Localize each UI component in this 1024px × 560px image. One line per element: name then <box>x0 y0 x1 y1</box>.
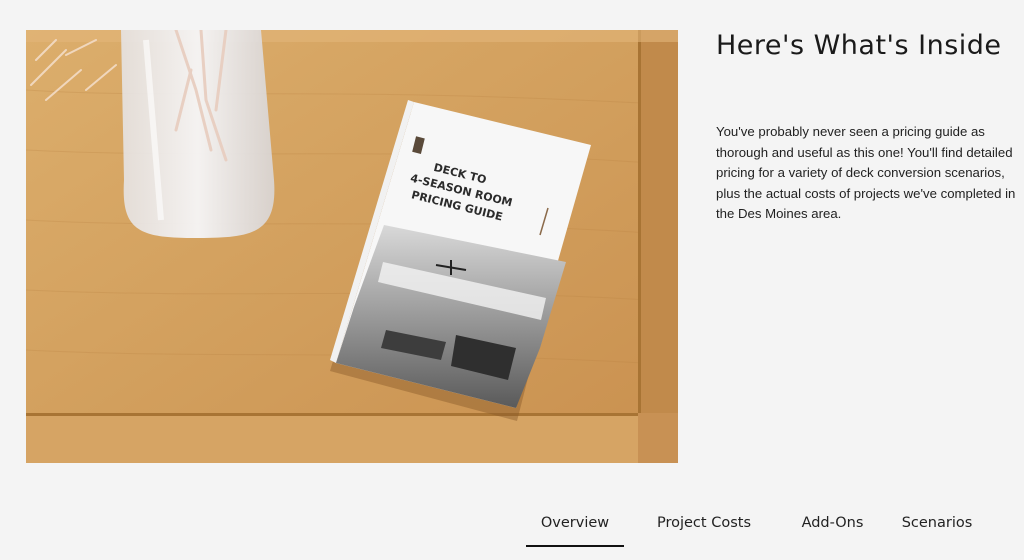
section-description: You've probably never seen a pricing gui… <box>716 124 1016 221</box>
page: DECK TO 4-SEASON ROOM PRICING GUIDE Here… <box>0 0 1024 560</box>
tab-overview[interactable]: Overview <box>526 505 624 547</box>
section-heading: Here's What's Inside <box>716 30 1002 61</box>
tab-add-ons[interactable]: Add-Ons <box>784 505 881 545</box>
tab-project-costs[interactable]: Project Costs <box>624 505 784 545</box>
tab-bar: Overview Project Costs Add-Ons Scenarios <box>526 505 993 547</box>
pricing-guide-photo: DECK TO 4-SEASON ROOM PRICING GUIDE <box>26 30 678 463</box>
tab-scenarios[interactable]: Scenarios <box>881 505 993 545</box>
